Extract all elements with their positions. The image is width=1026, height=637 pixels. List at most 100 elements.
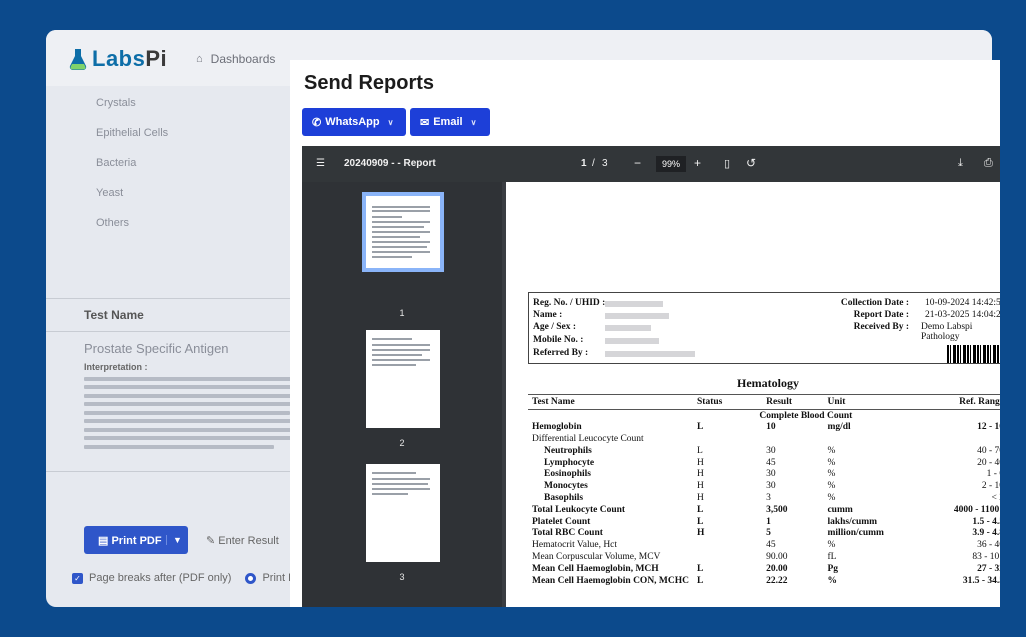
cell-test: Mean Corpuscular Volume, MCV — [532, 551, 661, 562]
email-button[interactable]: ✉ Email ∨ — [410, 108, 490, 136]
cell-range: 3.9 - 4.8 — [972, 528, 1000, 539]
group-row: Complete Blood Count — [528, 410, 1000, 422]
cell-test: Differential Leucocyte Count — [532, 433, 644, 444]
print-icon: ▤ — [98, 534, 109, 547]
current-page[interactable]: 1 — [581, 158, 587, 169]
report-date: 21-03-2025 14:04:28 — [925, 310, 1000, 320]
reg-label: Reg. No. / UHID : — [533, 298, 606, 308]
print-icon[interactable]: ⎙ — [984, 157, 993, 170]
cell-unit: lakhs/cumm — [827, 516, 878, 527]
cell-status: H — [697, 528, 705, 539]
chevron-down-icon: ∨ — [387, 117, 394, 127]
menu-icon[interactable]: ☰ — [316, 158, 325, 169]
list-item: Crystals — [96, 97, 136, 109]
cell-status: H — [697, 492, 704, 503]
cell-status: L — [697, 575, 704, 586]
cell-test: Mean Cell Haemoglobin, MCH — [532, 563, 659, 574]
modal-title: Send Reports — [304, 72, 435, 94]
table-row: Neutrophils L 30% 40 - 70 — [528, 445, 1000, 457]
whatsapp-button[interactable]: ✆ WhatsApp ∨ — [302, 108, 406, 136]
list-item: Epithelial Cells — [96, 127, 169, 139]
cell-status: H — [697, 469, 704, 480]
thumbnail-label: 3 — [399, 572, 405, 582]
chevron-down-icon: ∨ — [470, 117, 477, 127]
referred-by-label: Referred By : — [533, 348, 589, 358]
zoom-in-icon[interactable]: + — [694, 156, 701, 170]
list-item: Others — [96, 217, 130, 229]
report-date-label: Report Date : — [853, 310, 909, 320]
cell-unit: % — [827, 445, 836, 456]
zoom-out-icon[interactable]: − — [634, 156, 641, 170]
zoom-level[interactable]: 99% — [656, 156, 686, 172]
enter-result-button[interactable]: ✎ Enter Result — [206, 534, 279, 547]
page-breaks-checkbox[interactable]: ✓ — [72, 572, 83, 584]
flask-icon — [69, 49, 87, 71]
cell-status: L — [697, 445, 703, 456]
cell-result: 3,500 — [766, 504, 788, 515]
print-options: ✓ Page breaks after (PDF only) Print Let… — [72, 572, 316, 584]
redacted-value — [605, 313, 669, 319]
test-table: Test Name Prostate Specific Antigen Inte… — [46, 298, 296, 472]
list-item: Bacteria — [96, 157, 137, 169]
table-row: Mean Cell Haemoglobin CON, MCHC L 22.22% 31… — [528, 575, 1000, 587]
cell-unit: % — [827, 492, 836, 503]
print-pdf-button[interactable]: ▤ Print PDF ▼ — [84, 526, 188, 554]
redacted-value — [605, 351, 695, 357]
cell-range: 20 - 40 — [977, 457, 1000, 468]
cell-range: 12 - 16 — [977, 422, 1000, 433]
table-row: Total Leukocyte Count L 3,500 cumm 4000 - 11… — [528, 504, 1000, 516]
cell-result: 3 — [766, 492, 771, 503]
cell-status — [693, 539, 762, 551]
cell-test: Basophils — [544, 492, 584, 503]
cell-test: Total RBC Count — [532, 528, 603, 539]
section-title: Hematology — [737, 376, 799, 390]
fit-page-icon[interactable]: ▯ — [724, 157, 730, 170]
redacted-value — [605, 325, 651, 331]
table-row: Differential Leucocyte Count — [528, 433, 1000, 445]
cell-unit: % — [827, 575, 837, 586]
barcode — [947, 345, 1000, 363]
cell-range: 1 - 6 — [986, 469, 1000, 480]
cell-status — [693, 551, 762, 563]
cell-test: Mean Cell Haemoglobin CON, MCHC — [532, 575, 690, 586]
nav-dashboards[interactable]: Dashboards — [211, 52, 276, 66]
cell-unit: % — [827, 469, 836, 480]
column-header: Result — [762, 394, 824, 410]
page-thumbnail[interactable] — [366, 464, 440, 562]
page-thumbnail[interactable] — [366, 330, 440, 428]
rotate-icon[interactable]: ↺ — [746, 156, 756, 170]
print-letter-radio[interactable] — [245, 572, 257, 584]
cell-test: Eosinophils — [544, 469, 591, 480]
page-thumbnail[interactable] — [362, 192, 444, 272]
cell-range: 2 - 10 — [981, 481, 1000, 492]
report-page: Reg. No. / UHID : Name : Age / Sex : Mob… — [506, 182, 1000, 607]
cell-result: 30 — [766, 445, 776, 456]
age-sex-label: Age / Sex : — [533, 322, 577, 332]
labspi-logo[interactable]: LabsPi — [68, 46, 167, 72]
cell-result: 1 — [766, 516, 771, 527]
list-item: Yeast — [96, 187, 124, 199]
cell-range — [919, 433, 1000, 445]
cell-test: Monocytes — [544, 481, 588, 492]
column-header: Test Name — [528, 394, 694, 410]
collection-date-label: Collection Date : — [840, 298, 909, 308]
cell-test: Hemoglobin — [532, 422, 582, 433]
table-row: Mean Corpuscular Volume, MCV 90.00 fL 83 - … — [528, 551, 1000, 563]
result-actions: ▤ Print PDF ▼ ✎ Enter Result — [84, 526, 279, 554]
cell-result — [762, 433, 823, 445]
main-nav: ⌂ Dashboards — [196, 52, 275, 66]
cell-status: L — [697, 563, 704, 574]
cell-result: 90.00 — [766, 551, 788, 562]
cell-result: 30 — [766, 469, 776, 480]
column-header: Ref. Range — [918, 394, 1000, 410]
chevron-down-icon[interactable]: ▼ — [166, 535, 188, 545]
download-icon[interactable]: ⤓ — [958, 157, 963, 170]
cell-result: 45 — [766, 540, 776, 551]
redacted-value — [605, 301, 663, 307]
send-reports-modal: Send Reports ✆ WhatsApp ∨ ✉ Email ∨ ☰ 20… — [290, 60, 1000, 607]
redacted-value — [605, 338, 659, 344]
cell-range: 31.5 - 34.5 — [962, 575, 1000, 586]
table-row: Hemoglobin L 10 mg/dl 12 - 16 — [528, 421, 1000, 433]
table-row: Mean Cell Haemoglobin, MCH L 20.00 Pg 27 - 3… — [528, 563, 1000, 575]
total-pages: 3 — [602, 158, 608, 169]
